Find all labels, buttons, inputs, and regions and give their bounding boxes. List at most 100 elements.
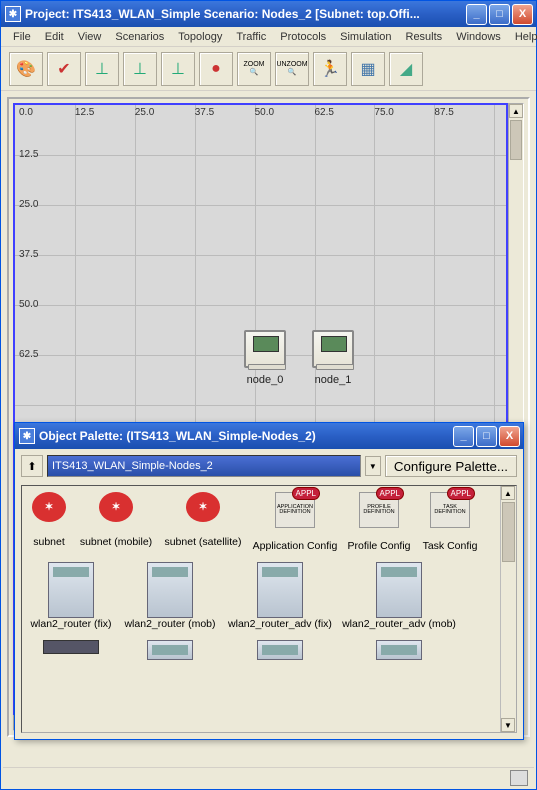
- router-icon: [48, 562, 94, 618]
- scroll-down-icon[interactable]: ▼: [501, 718, 515, 732]
- router-adv-fix-label: wlan2_router_adv (fix): [228, 618, 332, 630]
- node-1[interactable]: node_1: [303, 330, 363, 386]
- minimize-button[interactable]: _: [466, 4, 487, 25]
- palette-titlebar[interactable]: ✱ Object Palette: (ITS413_WLAN_Simple-No…: [15, 423, 523, 449]
- tool-verify-icon[interactable]: ✔: [47, 52, 81, 86]
- appl-badge: APPL: [376, 487, 404, 500]
- menubar: File Edit View Scenarios Topology Traffi…: [1, 27, 536, 47]
- menu-simulation[interactable]: Simulation: [334, 29, 397, 45]
- item-router-adv-mob[interactable]: wlan2_router_adv (mob): [342, 562, 456, 630]
- palette-combo-arrow-icon[interactable]: ▼: [365, 456, 381, 476]
- ruler-h-1: 12.5: [75, 107, 94, 118]
- item-app-config[interactable]: APPL APPLICATION DEFINITION Application …: [252, 492, 338, 552]
- item-profile-config[interactable]: APPL PROFILE DEFINITION Profile Config: [346, 492, 412, 552]
- profile-config-icon: APPL PROFILE DEFINITION: [359, 492, 399, 528]
- menu-help[interactable]: Help: [509, 29, 537, 45]
- node-0[interactable]: node_0: [235, 330, 295, 386]
- ruler-h-5: 62.5: [315, 107, 334, 118]
- ruler-h-3: 37.5: [195, 107, 214, 118]
- ruler-v-0: 12.5: [19, 149, 38, 160]
- scroll-thumb[interactable]: [502, 502, 515, 562]
- status-icon[interactable]: [510, 770, 528, 786]
- palette-scroll-v[interactable]: ▲ ▼: [500, 486, 516, 732]
- subnet-mobile-label: subnet (mobile): [80, 536, 152, 548]
- palette-close-button[interactable]: X: [499, 426, 520, 447]
- subnet-satellite-label: subnet (satellite): [164, 536, 241, 548]
- item-subnet-satellite[interactable]: ✶ subnet (satellite): [162, 492, 244, 548]
- tool-fail-icon[interactable]: ●: [199, 52, 233, 86]
- zoom-label: ZOOM: [244, 61, 265, 68]
- item-subnet[interactable]: ✶ subnet: [28, 492, 70, 548]
- palette-up-button[interactable]: ⬆: [21, 455, 43, 477]
- app-icon: ✱: [19, 428, 35, 444]
- palette-minimize-button[interactable]: _: [453, 426, 474, 447]
- scroll-up-icon[interactable]: ▲: [501, 486, 515, 500]
- scroll-up-icon[interactable]: ▲: [509, 104, 523, 118]
- menu-view[interactable]: View: [72, 29, 108, 45]
- router-fix-label: wlan2_router (fix): [30, 618, 111, 630]
- palette-combo[interactable]: ITS413_WLAN_Simple-Nodes_2: [47, 455, 361, 477]
- app-config-sub: APPLICATION DEFINITION: [276, 505, 314, 516]
- palette-list: ✶ subnet ✶ subnet (mobile) ✶ subnet (sat…: [21, 485, 517, 733]
- menu-protocols[interactable]: Protocols: [274, 29, 332, 45]
- tool-palette-icon[interactable]: 🎨: [9, 52, 43, 86]
- ruler-v-4: 62.5: [19, 349, 38, 360]
- tool-net1-icon[interactable]: ⊥: [85, 52, 119, 86]
- tool-net3-icon[interactable]: ⊥: [161, 52, 195, 86]
- item-subnet-mobile[interactable]: ✶ subnet (mobile): [78, 492, 154, 548]
- ruler-v-2: 37.5: [19, 249, 38, 260]
- close-button[interactable]: X: [512, 4, 533, 25]
- tool-grid-icon[interactable]: ▦: [351, 52, 385, 86]
- toolbar: 🎨 ✔ ⊥ ⊥ ⊥ ● ZOOM🔍 UNZOOM🔍 🏃 ▦ ◢: [1, 47, 536, 91]
- ruler-h-0: 0.0: [19, 107, 33, 118]
- tool-net2-icon[interactable]: ⊥: [123, 52, 157, 86]
- main-title: Project: ITS413_WLAN_Simple Scenario: No…: [25, 7, 466, 21]
- profile-config-label: Profile Config: [347, 540, 410, 552]
- maximize-button[interactable]: □: [489, 4, 510, 25]
- scroll-thumb-v[interactable]: [510, 120, 522, 160]
- palette-title: Object Palette: (ITS413_WLAN_Simple-Node…: [39, 429, 453, 443]
- item-server3[interactable]: [226, 640, 334, 660]
- tool-unzoom-icon[interactable]: UNZOOM🔍: [275, 52, 309, 86]
- profile-config-sub: PROFILE DEFINITION: [360, 505, 398, 516]
- router-icon: [376, 640, 422, 660]
- app-icon: ✱: [5, 6, 21, 22]
- configure-palette-button[interactable]: Configure Palette...: [385, 455, 517, 477]
- item-router-mob[interactable]: wlan2_router (mob): [122, 562, 218, 630]
- item-server4[interactable]: [342, 640, 456, 660]
- menu-file[interactable]: File: [7, 29, 37, 45]
- tool-zoom-icon[interactable]: ZOOM🔍: [237, 52, 271, 86]
- server-icon: [43, 640, 99, 654]
- task-config-label: Task Config: [423, 540, 478, 552]
- palette-combo-value: ITS413_WLAN_Simple-Nodes_2: [52, 460, 213, 472]
- subnet-satellite-icon: ✶: [186, 492, 220, 522]
- ruler-h-4: 50.0: [255, 107, 274, 118]
- menu-edit[interactable]: Edit: [39, 29, 70, 45]
- app-config-icon: APPL APPLICATION DEFINITION: [275, 492, 315, 528]
- item-task-config[interactable]: APPL TASK DEFINITION Task Config: [420, 492, 480, 552]
- menu-windows[interactable]: Windows: [450, 29, 507, 45]
- main-titlebar[interactable]: ✱ Project: ITS413_WLAN_Simple Scenario: …: [1, 1, 536, 27]
- task-config-icon: APPL TASK DEFINITION: [430, 492, 470, 528]
- menu-scenarios[interactable]: Scenarios: [109, 29, 170, 45]
- appl-badge: APPL: [447, 487, 475, 500]
- menu-results[interactable]: Results: [400, 29, 449, 45]
- item-server2[interactable]: [122, 640, 218, 660]
- workstation-icon: [312, 330, 354, 368]
- workstation-icon: [244, 330, 286, 368]
- menu-topology[interactable]: Topology: [172, 29, 228, 45]
- tool-chart-icon[interactable]: ◢: [389, 52, 423, 86]
- menu-traffic[interactable]: Traffic: [230, 29, 272, 45]
- task-config-sub: TASK DEFINITION: [431, 505, 469, 516]
- ruler-h-7: 87.5: [434, 107, 453, 118]
- tool-run-icon[interactable]: 🏃: [313, 52, 347, 86]
- ruler-h-6: 75.0: [374, 107, 393, 118]
- subnet-label: subnet: [33, 536, 65, 548]
- router-icon: [147, 640, 193, 660]
- item-server1[interactable]: [28, 640, 114, 654]
- item-router-adv-fix[interactable]: wlan2_router_adv (fix): [226, 562, 334, 630]
- router-mob-label: wlan2_router (mob): [124, 618, 215, 630]
- item-router-fix[interactable]: wlan2_router (fix): [28, 562, 114, 630]
- router-icon: [257, 562, 303, 618]
- palette-maximize-button[interactable]: □: [476, 426, 497, 447]
